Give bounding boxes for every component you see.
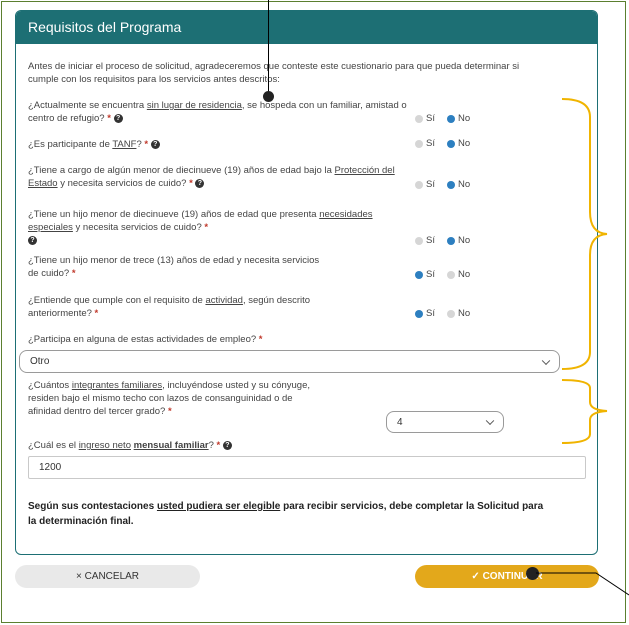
radio-dot (415, 139, 423, 148)
radio-dot-selected (446, 114, 455, 123)
required-mark: * (94, 308, 99, 319)
required-mark: * (71, 268, 76, 279)
annotation-brace (562, 379, 608, 444)
requirements-panel: Requisitos del Programa Antes de iniciar… (15, 10, 598, 555)
radio-dot-selected (446, 180, 455, 189)
help-icon[interactable]: ? (28, 235, 37, 245)
radio-no[interactable]: No (446, 308, 470, 319)
intro-text: Antes de iniciar el proceso de solicitud… (28, 61, 520, 85)
required-mark: * (144, 139, 149, 150)
radio-dot (446, 270, 455, 279)
cancel-button[interactable]: × CANCELAR (15, 565, 200, 588)
question-state-protection: ¿Tiene a cargo de algún menor de diecinu… (28, 165, 395, 189)
radio-no[interactable]: No (446, 138, 470, 149)
required-mark: * (216, 440, 221, 451)
annotation-pin (263, 91, 274, 102)
radio-dot (415, 114, 423, 123)
link-net-income[interactable]: ingreso neto (79, 440, 131, 451)
question-activity: ¿Entiende que cumple con el requisito de… (28, 295, 311, 319)
question-tanf: ¿Es participante de TANF? * ? (28, 138, 408, 151)
help-icon[interactable]: ? (195, 178, 205, 188)
radio-no[interactable]: No (446, 113, 470, 124)
radio-group-homeless: Sí No (415, 113, 470, 124)
panel-title: Requisitos del Programa (16, 11, 597, 44)
household-count-select[interactable]: 4 (386, 411, 504, 433)
radio-dot (415, 236, 423, 245)
employment-select[interactable]: Otro (19, 350, 560, 373)
chevron-down-icon (485, 416, 495, 426)
radio-yes[interactable]: Sí (415, 113, 435, 124)
radio-dot-selected (446, 236, 455, 245)
question-special-needs: ¿Tiene un hijo menor de diecinueve (19) … (28, 209, 373, 245)
radio-group-special-needs: Sí No (415, 235, 470, 246)
radio-dot-selected (415, 309, 423, 318)
radio-group-activity: Sí No (415, 308, 470, 319)
required-mark: * (258, 334, 263, 345)
required-mark: * (107, 113, 111, 124)
radio-yes[interactable]: Sí (415, 235, 435, 246)
annotation-brace (562, 98, 608, 370)
link-homeless[interactable]: sin lugar de residencia (147, 100, 242, 111)
radio-yes[interactable]: Sí (415, 269, 435, 280)
question-homeless: ¿Actualmente se encuentra sin lugar de r… (28, 100, 407, 124)
income-input[interactable]: 1200 (28, 456, 586, 479)
question-child-under-13: ¿Tiene un hijo menor de trece (13) años … (28, 255, 320, 279)
link-household-members[interactable]: integrantes familiares (72, 380, 162, 391)
help-icon[interactable]: ? (222, 440, 232, 450)
radio-dot-selected (415, 270, 423, 279)
eligibility-result: Según sus contestaciones usted pudiera s… (28, 501, 544, 527)
radio-dot-selected (446, 139, 455, 148)
radio-dot (446, 309, 455, 318)
question-household: ¿Cuántos integrantes familiares, incluyé… (28, 380, 310, 417)
annotation-line (536, 572, 629, 596)
required-mark: * (167, 406, 172, 417)
chevron-down-icon (541, 356, 551, 365)
help-icon[interactable]: ? (150, 139, 160, 149)
link-tanf[interactable]: TANF (112, 139, 136, 150)
radio-yes[interactable]: Sí (415, 308, 435, 319)
eligible-text: usted pudiera ser elegible (156, 501, 281, 512)
radio-no[interactable]: No (446, 179, 470, 190)
radio-group-child-under-13: Sí No (415, 269, 470, 280)
radio-dot (415, 180, 423, 189)
employment-label: ¿Participa en alguna de estas actividade… (28, 334, 263, 345)
required-mark: * (204, 222, 209, 233)
radio-no[interactable]: No (446, 269, 470, 280)
radio-yes[interactable]: Sí (415, 138, 435, 149)
link-family-monthly[interactable]: mensual familiar (134, 440, 209, 451)
required-mark: * (189, 178, 193, 189)
help-icon[interactable]: ? (113, 113, 123, 123)
radio-no[interactable]: No (446, 235, 470, 246)
radio-group-state-protection: Sí No (415, 179, 470, 190)
radio-group-tanf: Sí No (415, 138, 470, 149)
annotation-line (268, 0, 269, 92)
question-income: ¿Cuál es el ingreso neto mensual familia… (28, 439, 408, 452)
link-activity[interactable]: actividad (205, 295, 243, 306)
radio-yes[interactable]: Sí (415, 179, 435, 190)
